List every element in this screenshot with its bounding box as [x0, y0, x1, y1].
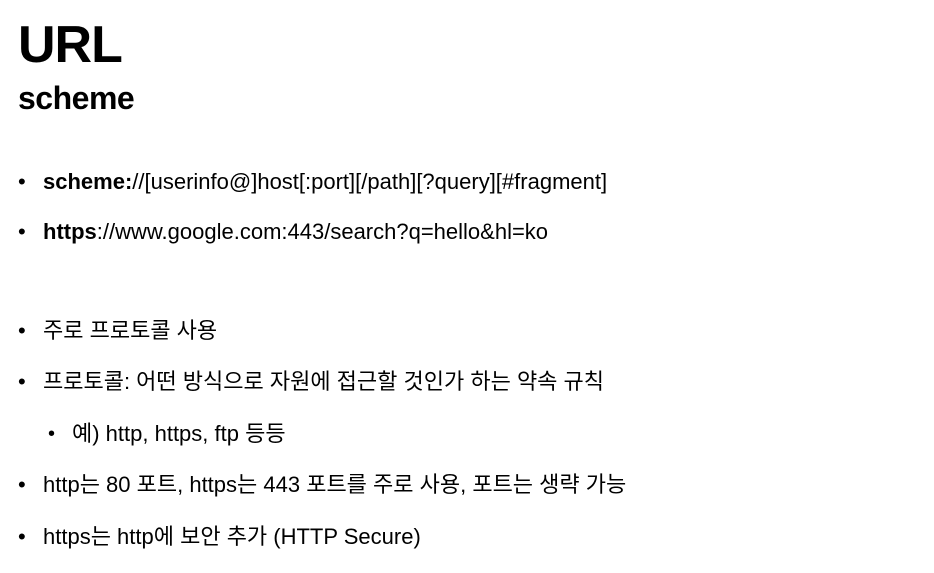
url-example-text: https://www.google.com:443/search?q=hell… [43, 216, 548, 248]
scheme-keyword: scheme: [43, 169, 133, 194]
bullet-glyph: • [18, 219, 26, 244]
https-secure-text: https는 http에 보안 추가 (HTTP Secure) [43, 524, 421, 549]
page-title: URL [18, 16, 123, 74]
https-keyword: https [43, 219, 97, 244]
url-syntax-rest: //[userinfo@]host[:port][/path][?query][… [132, 169, 608, 194]
url-example-rest: ://www.google.com:443/search?q=hello&hl=… [96, 219, 549, 244]
bullet-glyph: • [18, 524, 26, 549]
ports-text: http는 80 포트, https는 443 포트를 주로 사용, 포트는 생… [43, 472, 627, 497]
bullet-glyph: • [18, 369, 26, 394]
bullet-glyph: • [48, 423, 56, 445]
protocol-examples-text: 예) http, https, ftp 등등 [72, 421, 286, 446]
protocol-def-text: 프로토콜: 어떤 방식으로 자원에 접근할 것인가 하는 약속 규칙 [43, 369, 605, 394]
bullet-glyph: • [18, 472, 26, 497]
url-syntax-text: scheme://[userinfo@]host[:port][/path][?… [43, 166, 607, 198]
bullet-glyph: • [18, 318, 26, 343]
bullet-glyph: • [18, 169, 26, 194]
page-subtitle: scheme [18, 80, 135, 116]
protocol-use-text: 주로 프로토콜 사용 [43, 318, 218, 343]
